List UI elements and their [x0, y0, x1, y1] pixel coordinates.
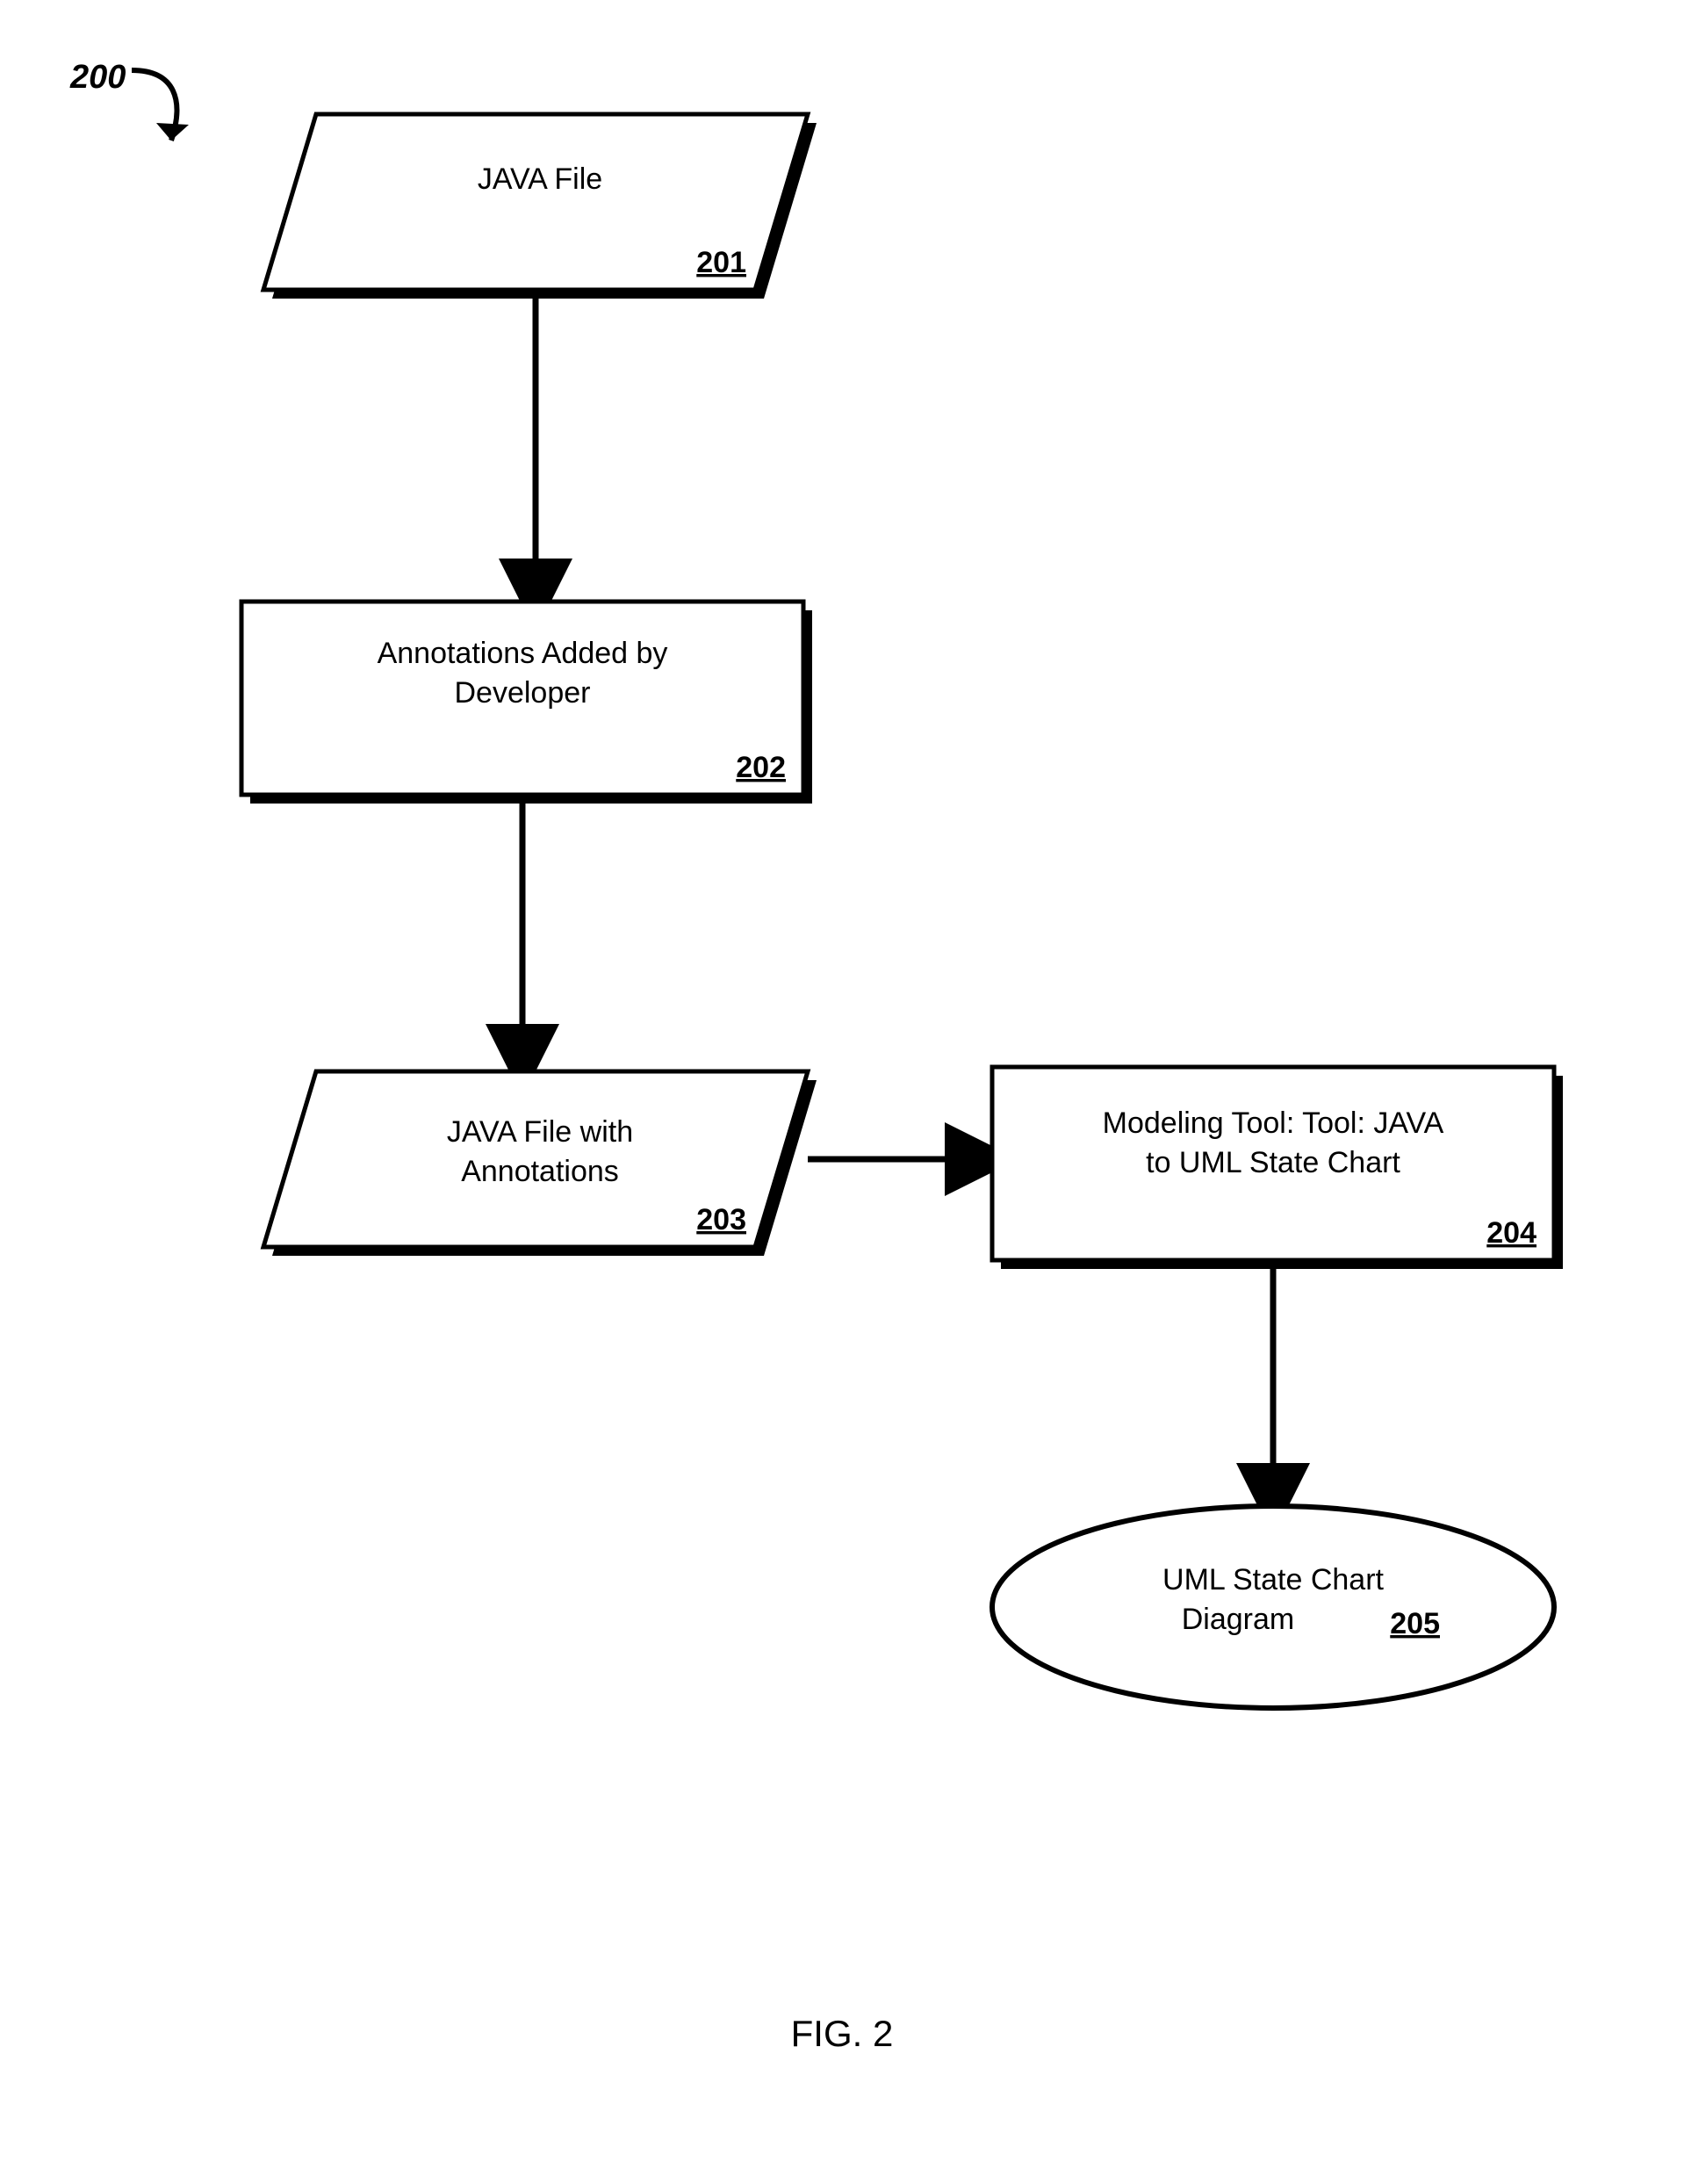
node-label: JAVA File	[478, 162, 602, 196]
node-ref: 202	[736, 751, 786, 784]
node-ref: 205	[1390, 1607, 1440, 1640]
node-label-line2: Developer	[455, 676, 591, 710]
node-ref: 204	[1486, 1216, 1536, 1250]
node-label-line1: Annotations Added by	[378, 637, 668, 670]
node-uml-diagram: UML State Chart Diagram 205	[992, 1506, 1554, 1708]
flowchart-diagram: 200 JAVA File 201 Annotations Added by D…	[0, 0, 1684, 2184]
node-java-file: JAVA File 201	[263, 114, 817, 299]
node-label-line1: UML State Chart	[1162, 1563, 1384, 1597]
node-modeling-tool: Modeling Tool: Tool: JAVA to UML State C…	[992, 1067, 1563, 1269]
diagram-callout: 200	[69, 59, 126, 96]
node-label-line2: Diagram	[1182, 1603, 1294, 1636]
node-label-line2: Annotations	[461, 1155, 619, 1188]
node-label-line1: Modeling Tool: Tool: JAVA	[1103, 1106, 1444, 1140]
node-annotations-added: Annotations Added by Developer 202	[241, 602, 812, 804]
node-java-file-annotations: JAVA File with Annotations 203	[263, 1071, 817, 1256]
figure-caption: FIG. 2	[791, 2013, 894, 2054]
node-ref: 201	[696, 246, 746, 279]
node-ref: 203	[696, 1203, 746, 1236]
node-label-line2: to UML State Chart	[1146, 1146, 1400, 1179]
callout-arrowhead	[156, 123, 189, 141]
node-label-line1: JAVA File with	[447, 1115, 633, 1149]
